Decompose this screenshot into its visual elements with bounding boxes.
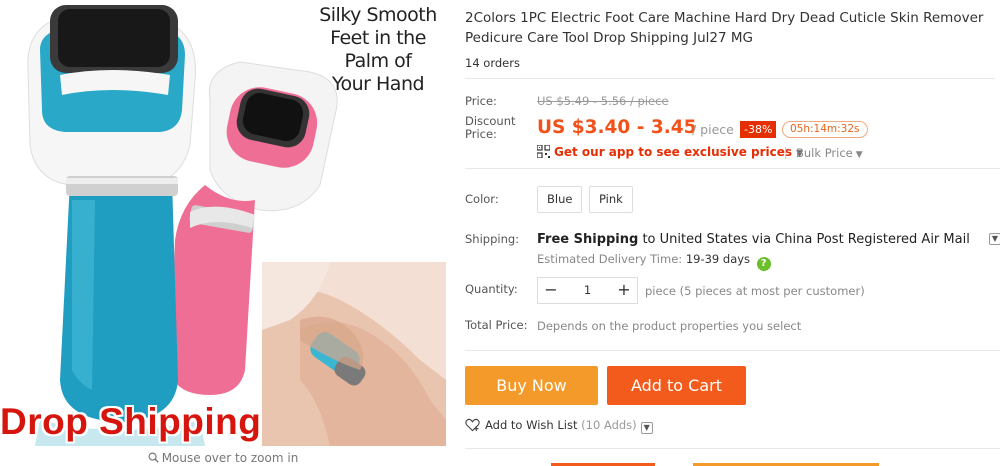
heart-plus-icon [465, 418, 480, 432]
quantity-label: Quantity: [465, 282, 518, 296]
quantity-stepper: − 1 + [537, 277, 638, 304]
wish-count: (10 Adds) [581, 418, 637, 432]
buy-now-button[interactable]: Buy Now [465, 366, 598, 405]
product-info: 2Colors 1PC Electric Foot Care Machine H… [465, 0, 1000, 466]
app-promo-text: Get our app to see exclusive prices [554, 145, 793, 159]
add-to-cart-button[interactable]: Add to Cart [607, 366, 746, 405]
discount-badge: -38% [740, 121, 777, 138]
divider [785, 147, 786, 159]
quantity-limit-note: piece (5 pieces at most per customer) [645, 284, 865, 298]
drop-shipping-overlay: Drop Shipping [0, 401, 262, 442]
quantity-decrease-button[interactable]: − [538, 278, 564, 303]
product-title: 2Colors 1PC Electric Foot Care Machine H… [465, 10, 984, 46]
unit-label: / piece [692, 122, 734, 137]
help-icon[interactable]: ? [756, 257, 771, 271]
color-option-pink[interactable]: Pink [589, 186, 633, 213]
price-label: Price: [465, 94, 497, 108]
divider [465, 350, 1000, 351]
wish-list-label: Add to Wish List [485, 418, 578, 432]
bulk-price-label: Bulk Price [796, 146, 853, 160]
magnifier-icon [148, 452, 159, 463]
color-label: Color: [465, 192, 499, 206]
zoom-hint: Mouse over to zoom in [0, 451, 446, 465]
shipping-label: Shipping: [465, 232, 520, 246]
total-price-note: Depends on the product properties you se… [537, 319, 802, 333]
shipping-route-text: to United States via China Post Register… [638, 232, 970, 247]
wish-list-row[interactable]: Add to Wish List (10 Adds) ▼ [465, 418, 653, 434]
divider [465, 168, 1000, 169]
total-price-label: Total Price: [465, 318, 528, 332]
discount-price: US $3.40 - 3.45 [537, 117, 697, 138]
divider [465, 78, 995, 79]
app-promo-link[interactable]: Get our app to see exclusive prices ▼ [537, 145, 803, 159]
chevron-down-icon: ▼ [855, 150, 863, 160]
qr-code-icon [537, 145, 550, 158]
slogan-text: Silky Smooth Feet in the Palm of Your Ha… [319, 4, 437, 95]
bulk-price-dropdown[interactable]: Bulk Price ▼ [785, 146, 863, 160]
color-option-blue[interactable]: Blue [537, 186, 583, 213]
chevron-down-icon[interactable]: ▼ [640, 422, 653, 434]
product-page: Silky Smooth Feet in the Palm of Your Ha… [0, 0, 1000, 466]
discount-price-label: Discount Price: [465, 114, 516, 141]
quantity-increase-button[interactable]: + [611, 278, 637, 303]
shipping-dropdown-icon[interactable]: ▼ [989, 233, 1000, 245]
free-shipping-text: Free Shipping [537, 232, 639, 247]
divider [465, 448, 1000, 449]
shipping-method[interactable]: Free Shipping to United States via China… [537, 232, 970, 247]
countdown-timer: 05h:14m:32s [782, 121, 868, 138]
order-count: 14 orders [465, 56, 520, 70]
product-image[interactable]: Silky Smooth Feet in the Palm of Your Ha… [0, 0, 446, 446]
quantity-input[interactable]: 1 [564, 278, 611, 303]
delivery-estimate: Estimated Delivery Time: 19-39 days ? [537, 252, 771, 271]
product-gallery: Silky Smooth Feet in the Palm of Your Ha… [0, 0, 446, 466]
eta-label: Estimated Delivery Time: [537, 252, 683, 266]
original-price: US $5.49 - 5.56 / piece [537, 94, 669, 108]
eta-value: 19-39 days [685, 252, 751, 266]
zoom-hint-text: Mouse over to zoom in [161, 451, 299, 465]
